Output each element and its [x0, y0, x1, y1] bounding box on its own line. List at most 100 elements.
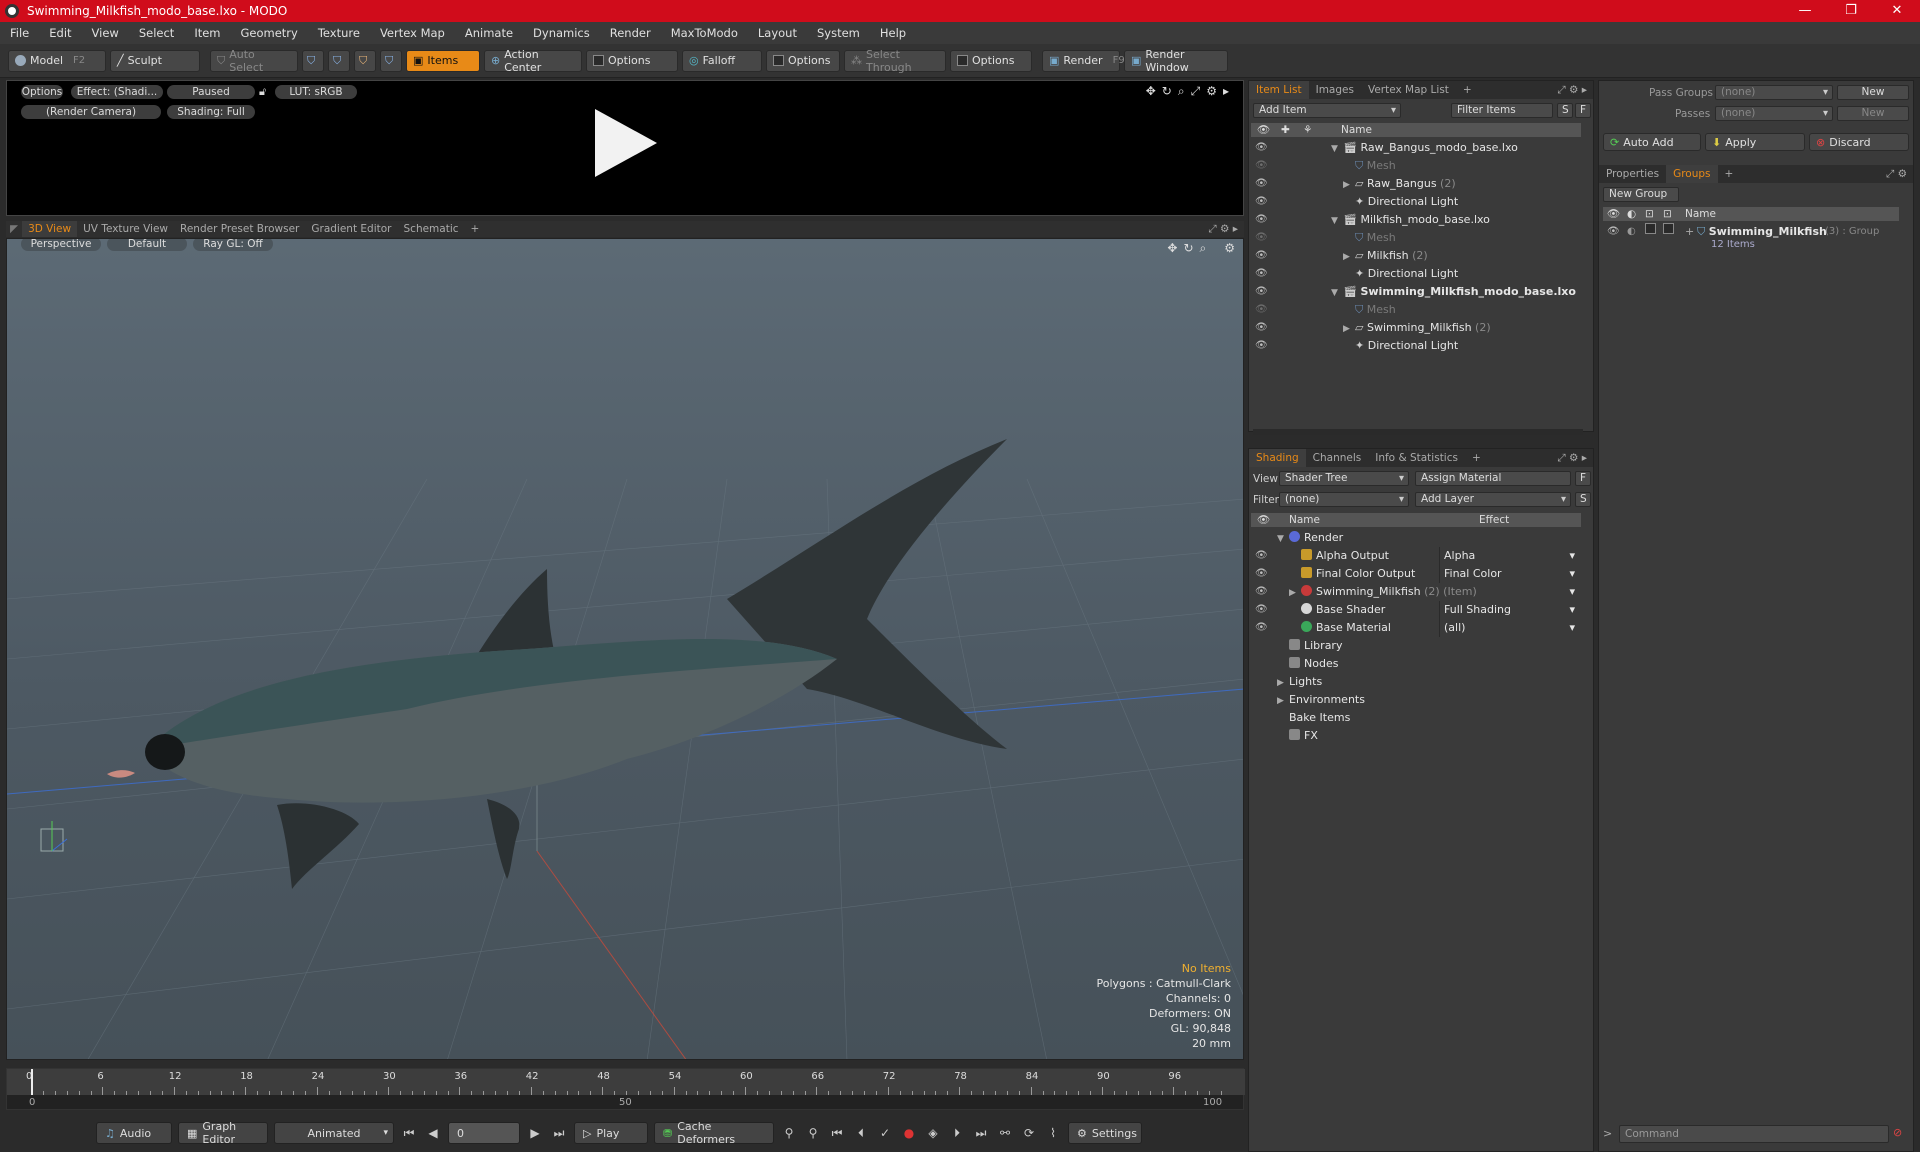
tab-uv-texture-view[interactable]: UV Texture View — [77, 221, 174, 237]
auto-add-button[interactable]: ⟳ Auto Add — [1603, 133, 1701, 151]
shader-tree-row[interactable]: FX — [1253, 727, 1579, 745]
collapse-arrow-icon[interactable]: ▼ — [1331, 284, 1343, 302]
record-icon[interactable]: ● — [900, 1126, 918, 1140]
style-dropdown[interactable]: Default — [107, 239, 187, 251]
assign-material-button[interactable]: Assign Material — [1415, 471, 1571, 486]
item-list-row[interactable]: 👁︎ ▼ 🎬︎ Swimming_Milkfish_modo_base.lxo — [1253, 283, 1579, 301]
prev-key-icon[interactable]: ⏮ — [828, 1126, 846, 1141]
menu-maxtomodo[interactable]: MaxToModo — [661, 26, 748, 40]
tab-schematic[interactable]: Schematic — [398, 221, 465, 237]
effect-dropdown[interactable]: (all) ▾ — [1439, 619, 1579, 637]
key-icon[interactable]: ⚲ — [780, 1126, 798, 1140]
tangent-icon[interactable]: ⌇ — [1044, 1126, 1062, 1140]
go-to-end-icon[interactable]: ⏭ — [550, 1126, 568, 1141]
eye-icon[interactable]: 👁︎ — [1255, 229, 1268, 247]
preview-pause-toggle[interactable]: Paused — [167, 85, 255, 99]
item-list-scrollbar[interactable] — [1253, 429, 1583, 435]
item-list-row[interactable]: 👁︎ ▶ ▱ Swimming_Milkfish (2) — [1253, 319, 1579, 337]
animated-dropdown[interactable]: Animated ▾ — [274, 1122, 394, 1144]
viewport-3d[interactable]: Perspective Default Ray GL: Off ✥ ↻ ⌕ ⚙ … — [6, 238, 1244, 1060]
shader-tree-row[interactable]: ▼ Render — [1253, 529, 1579, 547]
vertices-mode-button[interactable]: ⛉ — [302, 49, 324, 72]
filter-f-button[interactable]: F — [1575, 103, 1591, 118]
eye-icon[interactable]: 👁︎ — [1255, 247, 1268, 265]
item-list-row[interactable]: 👁︎ ✦ Directional Light — [1253, 337, 1579, 355]
menu-geometry[interactable]: Geometry — [231, 26, 308, 40]
perspective-dropdown[interactable]: Perspective — [21, 239, 101, 251]
apply-button[interactable]: ⬇ Apply — [1705, 133, 1805, 151]
arrow-right-icon[interactable]: ▸ — [1223, 84, 1229, 99]
shader-tree-row[interactable]: ▶ Environments — [1253, 691, 1579, 709]
cache-deformers-button[interactable]: ⛃ Cache Deformers — [654, 1120, 774, 1146]
zoom-icon[interactable]: ⌕ — [1178, 84, 1185, 99]
effect-dropdown[interactable]: Alpha ▾ — [1439, 547, 1579, 565]
shader-tree-row[interactable]: 👁︎ Final Color Output Final Color ▾ — [1253, 565, 1579, 583]
item-list-row[interactable]: 👁︎ ✦ Directional Light — [1253, 193, 1579, 211]
playhead[interactable] — [31, 1069, 33, 1095]
add-tab-button[interactable]: + — [1465, 449, 1488, 467]
effect-dropdown[interactable]: Full Shading ▾ — [1439, 601, 1579, 619]
eye-icon[interactable]: 👁︎ — [1255, 337, 1268, 355]
view-dropdown[interactable]: Shader Tree — [1279, 471, 1409, 486]
action-center-button[interactable]: ⊕ Action Center — [484, 48, 582, 74]
new-pass-button[interactable]: New — [1837, 106, 1909, 121]
preview-lut-dropdown[interactable]: LUT: sRGB — [275, 85, 357, 99]
collapse-arrow-icon[interactable]: ▼ — [1331, 212, 1343, 230]
menu-system[interactable]: System — [807, 26, 870, 40]
expand-arrow-icon[interactable]: ▶ — [1277, 692, 1289, 710]
maximize-button[interactable]: ❐ — [1828, 0, 1874, 22]
passes-dropdown[interactable]: (none) — [1715, 106, 1833, 121]
expand-plus-icon[interactable]: + — [1685, 223, 1694, 241]
preview-shading-dropdown[interactable]: Shading: Full — [167, 105, 255, 119]
expand-arrow-icon[interactable]: ▶ — [1343, 248, 1355, 266]
add-tab-button[interactable]: + — [465, 221, 486, 237]
tab-render-preset-browser[interactable]: Render Preset Browser — [174, 221, 305, 237]
edges-mode-button[interactable]: ⛉ — [328, 49, 350, 72]
model-mode-button[interactable]: Model F2 — [8, 49, 106, 72]
menu-file[interactable]: File — [0, 26, 39, 40]
item-list-row[interactable]: 👁︎ ▼ 🎬︎ Milkfish_modo_base.lxo — [1253, 211, 1579, 229]
tab-vertex-map-list[interactable]: Vertex Map List — [1361, 81, 1456, 99]
preview-options-button[interactable]: Options — [21, 85, 63, 99]
falloff-options-button[interactable]: Options — [766, 49, 840, 72]
rotate-icon[interactable]: ↻ — [1162, 84, 1172, 99]
step-back-icon[interactable]: ◀ — [424, 1126, 442, 1140]
settings-button[interactable]: ⚙ Settings — [1068, 1122, 1142, 1144]
item-list-row[interactable]: 👁︎ ⛉ Mesh — [1253, 229, 1579, 247]
shader-tree-row[interactable]: 👁︎ Base Material (all) ▾ — [1253, 619, 1579, 637]
new-pass-group-button[interactable]: New — [1837, 85, 1909, 100]
lock-icon[interactable]: 🔓︎ — [259, 85, 266, 99]
shader-tree-row[interactable]: Library — [1253, 637, 1579, 655]
item-list-row[interactable]: 👁︎ ⛉ Mesh — [1253, 301, 1579, 319]
command-clear-icon[interactable]: ⊘ — [1893, 1126, 1902, 1139]
render-toggle-icon[interactable]: ◐ — [1627, 223, 1636, 241]
preview-effect-dropdown[interactable]: Effect: (Shadi... — [71, 85, 163, 99]
play-button[interactable]: ▷ Play — [574, 1122, 648, 1144]
group-row[interactable]: 👁︎ ◐ + ⛉ Swimming_Milkfish (3) : Group — [1607, 223, 1907, 241]
menu-vertex-map[interactable]: Vertex Map — [370, 26, 455, 40]
audio-button[interactable]: ♫ Audio — [96, 1122, 172, 1144]
shader-tree-row[interactable]: 👁︎ ▶ Swimming_Milkfish (2) (Item) ▾ — [1253, 583, 1579, 601]
materials-mode-button[interactable]: ⛉ — [380, 49, 402, 72]
shader-tree-row[interactable]: Nodes — [1253, 655, 1579, 673]
tab-shading[interactable]: Shading — [1249, 449, 1306, 467]
eye-icon[interactable]: 👁︎ — [1255, 547, 1268, 565]
shader-tree-row[interactable]: Bake Items — [1253, 709, 1579, 727]
filter-dropdown[interactable]: (none) — [1279, 492, 1409, 507]
select-through-options-button[interactable]: Options — [950, 49, 1032, 72]
menu-edit[interactable]: Edit — [39, 26, 81, 40]
auto-key-icon[interactable]: ✓ — [876, 1126, 894, 1140]
panel-controls-icon[interactable]: ⤢ ⚙ ▸ — [1557, 84, 1593, 97]
filter-items-input[interactable]: Filter Items — [1451, 103, 1553, 118]
key-all-icon[interactable]: ⚲ — [804, 1126, 822, 1140]
menu-item[interactable]: Item — [184, 26, 230, 40]
expand-arrow-icon[interactable]: ▶ — [1289, 584, 1301, 602]
items-mode-button[interactable]: ▣ Items — [406, 49, 480, 72]
add-layer-dropdown[interactable]: Add Layer — [1415, 492, 1571, 507]
eye-icon[interactable]: 👁︎ — [1255, 139, 1268, 157]
shader-tree-row[interactable]: 👁︎ Base Shader Full Shading ▾ — [1253, 601, 1579, 619]
eye-icon[interactable]: 👁︎ — [1255, 301, 1268, 319]
tab-info-statistics[interactable]: Info & Statistics — [1368, 449, 1465, 467]
item-list-row[interactable]: 👁︎ ⛉ Mesh — [1253, 157, 1579, 175]
render-window-button[interactable]: ▣ Render Window — [1124, 48, 1228, 74]
